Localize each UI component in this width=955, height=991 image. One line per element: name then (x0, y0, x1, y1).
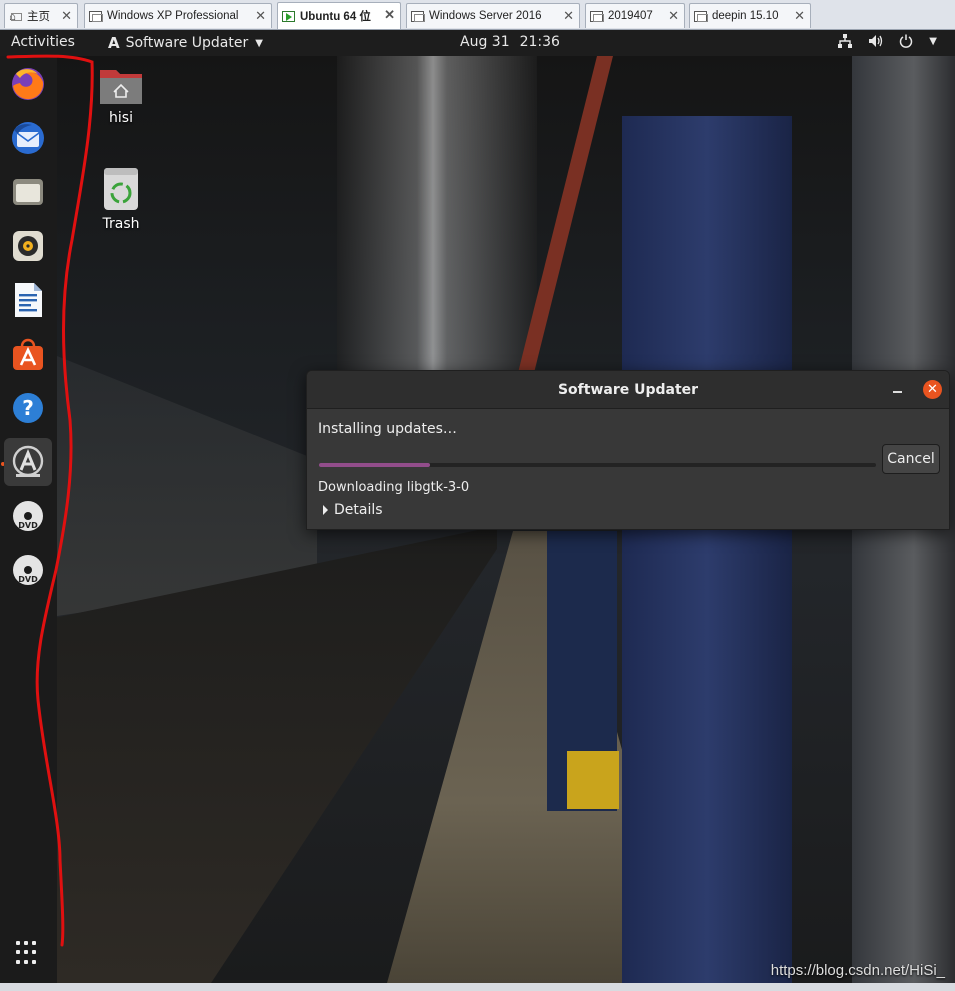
dialog-titlebar[interactable]: Software Updater ✕ (307, 371, 949, 409)
progress-bar (319, 463, 876, 467)
dock-firefox[interactable] (8, 64, 48, 104)
details-label: Details (334, 502, 383, 518)
software-updater-icon (12, 445, 44, 477)
dialog-title: Software Updater (557, 382, 699, 398)
clock-date: Aug 31 (460, 34, 510, 50)
dock-rhythmbox[interactable] (8, 226, 48, 266)
vm-icon (89, 10, 103, 22)
vm-tab-deepin[interactable]: deepin 15.10 ✕ (689, 3, 811, 28)
svg-text:DVD: DVD (18, 575, 38, 584)
app-menu-label: Software Updater (125, 35, 249, 51)
status-text: Installing updates… (318, 421, 457, 437)
vm-tab-label: Ubuntu 64 位 (300, 11, 371, 23)
app-menu[interactable]: A Software Updater ▼ (108, 34, 263, 52)
dock-libreoffice-writer[interactable] (8, 280, 48, 320)
vm-tab-strip: ⌂ 主页 ✕ Windows XP Professional ✕ Ubuntu … (0, 0, 955, 30)
files-icon (13, 179, 43, 205)
software-center-icon (13, 338, 43, 370)
close-button[interactable]: ✕ (923, 380, 942, 399)
firefox-icon (12, 68, 44, 100)
dock-thunderbird[interactable] (8, 118, 48, 158)
download-status: Downloading libgtk-3-0 (318, 480, 470, 495)
vm-status-strip (0, 983, 955, 991)
home-folder-icon (100, 70, 142, 104)
vm-tab-label: deepin 15.10 (712, 10, 779, 22)
dock-dvd-1[interactable]: DVD (8, 496, 48, 536)
top-bar: Activities A Software Updater ▼ Aug 31 21… (0, 30, 955, 56)
grid-icon (16, 941, 20, 945)
close-icon[interactable]: ✕ (61, 8, 72, 24)
close-icon[interactable]: ✕ (794, 8, 805, 24)
desktop-icon-label: hisi (109, 110, 133, 126)
caret-down-icon: ▼ (255, 37, 263, 49)
thunderbird-icon (12, 122, 44, 154)
desktop-icon-home[interactable]: hisi (76, 66, 166, 126)
cancel-button[interactable]: Cancel (882, 444, 940, 474)
vm-icon (411, 10, 425, 22)
vm-icon (590, 10, 604, 22)
vm-tab-ubuntu[interactable]: Ubuntu 64 位 ✕ (277, 2, 401, 29)
desktop-icon-label: Trash (102, 216, 140, 232)
show-applications-button[interactable] (16, 941, 40, 965)
trash-icon (104, 168, 138, 210)
dvd-icon: DVD (13, 555, 43, 585)
software-updater-dialog: Software Updater ✕ Installing updates… C… (306, 370, 950, 530)
triangle-right-icon (323, 505, 328, 515)
home-icon: ⌂ (9, 11, 22, 23)
minimize-button[interactable] (891, 381, 905, 395)
clock-time: 21:36 (519, 34, 560, 50)
writer-icon (15, 283, 42, 317)
vm-tab-windows-xp[interactable]: Windows XP Professional ✕ (84, 3, 272, 28)
vm-tab-2019407[interactable]: 2019407 ✕ (585, 3, 685, 28)
vm-tab-windows-server[interactable]: Windows Server 2016 ✕ (406, 3, 580, 28)
dock-files[interactable] (8, 172, 48, 212)
close-icon: ✕ (927, 382, 938, 397)
network-icon[interactable] (838, 34, 853, 52)
desktop-icon-trash[interactable]: Trash (76, 166, 166, 232)
vm-tab-home[interactable]: ⌂ 主页 ✕ (4, 3, 78, 28)
vm-tab-label: 2019407 (608, 10, 653, 22)
clock[interactable]: Aug 31 21:36 (460, 34, 560, 50)
vm-tab-label: 主页 (27, 11, 50, 23)
close-icon[interactable]: ✕ (384, 7, 395, 23)
dvd-icon: DVD (13, 501, 43, 531)
close-icon[interactable]: ✕ (255, 8, 266, 24)
dock-software-updater[interactable] (4, 438, 52, 486)
system-tray[interactable]: ▼ (838, 34, 937, 52)
activities-button[interactable]: Activities (11, 34, 75, 50)
volume-icon[interactable] (868, 34, 883, 52)
rhythmbox-icon (13, 231, 43, 261)
progress-fill (319, 463, 431, 467)
power-icon[interactable] (899, 34, 913, 52)
dock-help[interactable]: ? (8, 388, 48, 428)
watermark: https://blog.csdn.net/HiSi_ (770, 962, 945, 979)
dock: ? DVD DVD (0, 56, 57, 983)
vm-running-icon (282, 10, 295, 22)
vm-tab-label: Windows Server 2016 (429, 10, 542, 22)
software-updater-icon: A (108, 34, 120, 52)
vm-icon (694, 10, 708, 22)
svg-text:?: ? (22, 396, 34, 420)
caret-down-icon[interactable]: ▼ (929, 34, 937, 52)
dock-ubuntu-software[interactable] (8, 334, 48, 374)
svg-text:DVD: DVD (18, 521, 38, 530)
close-icon[interactable]: ✕ (563, 8, 574, 24)
vm-tab-label: Windows XP Professional (107, 10, 239, 22)
help-icon: ? (13, 393, 43, 423)
details-expander[interactable]: Details (323, 502, 383, 518)
close-icon[interactable]: ✕ (668, 8, 679, 24)
dock-dvd-2[interactable]: DVD (8, 550, 48, 590)
